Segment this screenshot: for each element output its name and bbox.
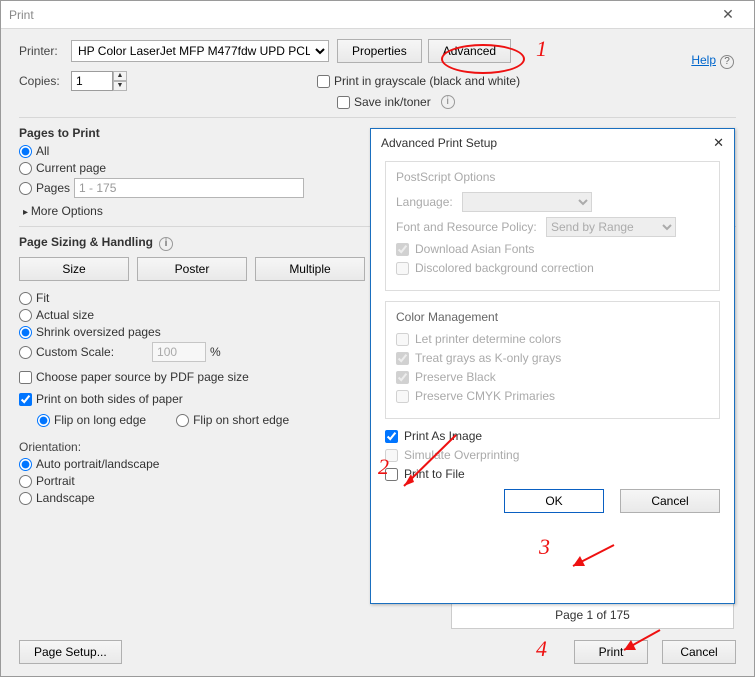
pages-range-input[interactable] — [74, 178, 304, 198]
printer-select[interactable]: HP Color LaserJet MFP M477fdw UPD PCL 6 — [71, 40, 329, 62]
radio-current[interactable] — [19, 162, 32, 175]
cancel-button[interactable]: Cancel — [662, 640, 736, 664]
radio-flip-short[interactable] — [176, 414, 189, 427]
copies-down[interactable]: ▼ — [113, 81, 127, 91]
radio-custom[interactable] — [19, 346, 32, 359]
modal-close-icon[interactable]: ✕ — [713, 135, 724, 151]
info-icon: i — [159, 237, 173, 251]
advanced-button[interactable]: Advanced — [428, 39, 511, 63]
radio-fit[interactable] — [19, 292, 32, 305]
preserve-cmyk-checkbox — [396, 390, 409, 403]
copies-label: Copies: — [19, 74, 71, 88]
saveink-label: Save ink/toner — [354, 95, 431, 109]
modal-title: Advanced Print Setup — [381, 136, 497, 150]
asian-fonts-checkbox — [396, 243, 409, 256]
radio-landscape[interactable] — [19, 492, 32, 505]
copies-input[interactable] — [71, 71, 113, 91]
grayscale-checkbox[interactable] — [317, 75, 330, 88]
custom-scale-input[interactable] — [152, 342, 206, 362]
radio-auto-orient[interactable] — [19, 458, 32, 471]
modal-cancel-button[interactable]: Cancel — [620, 489, 720, 513]
window-title: Print — [9, 8, 34, 22]
multiple-button[interactable]: Multiple — [255, 257, 365, 281]
radio-flip-long[interactable] — [37, 414, 50, 427]
close-icon[interactable]: ✕ — [710, 6, 746, 23]
page-setup-button[interactable]: Page Setup... — [19, 640, 122, 664]
choose-source-checkbox[interactable] — [19, 371, 32, 384]
help-icon: ? — [720, 55, 734, 69]
size-button[interactable]: Size — [19, 257, 129, 281]
grayscale-label: Print in grayscale (black and white) — [334, 74, 520, 88]
page-status: Page 1 of 175 — [451, 601, 734, 629]
color-mgmt-title: Color Management — [396, 310, 709, 324]
printer-label: Printer: — [19, 44, 71, 58]
print-button[interactable]: Print — [574, 640, 648, 664]
font-policy-select: Send by Range — [546, 217, 676, 237]
properties-button[interactable]: Properties — [337, 39, 422, 63]
postscript-title: PostScript Options — [396, 170, 709, 184]
duplex-checkbox[interactable] — [19, 393, 32, 406]
ps-language-select — [462, 192, 592, 212]
print-to-file-checkbox[interactable] — [385, 468, 398, 481]
preserve-black-checkbox — [396, 371, 409, 384]
discolored-checkbox — [396, 262, 409, 275]
print-as-image-checkbox[interactable] — [385, 430, 398, 443]
let-printer-checkbox — [396, 333, 409, 346]
help-link[interactable]: Help? — [691, 53, 734, 69]
treat-grays-checkbox — [396, 352, 409, 365]
title-bar: Print ✕ — [1, 1, 754, 29]
modal-ok-button[interactable]: OK — [504, 489, 604, 513]
copies-up[interactable]: ▲ — [113, 71, 127, 81]
radio-portrait[interactable] — [19, 475, 32, 488]
info-icon: i — [441, 95, 455, 109]
advanced-print-setup-dialog: Advanced Print Setup ✕ PostScript Option… — [370, 128, 735, 604]
poster-button[interactable]: Poster — [137, 257, 247, 281]
radio-shrink[interactable] — [19, 326, 32, 339]
radio-all[interactable] — [19, 145, 32, 158]
simulate-overprint-checkbox — [385, 449, 398, 462]
saveink-checkbox[interactable] — [337, 96, 350, 109]
radio-actual[interactable] — [19, 309, 32, 322]
radio-pages[interactable] — [19, 182, 32, 195]
